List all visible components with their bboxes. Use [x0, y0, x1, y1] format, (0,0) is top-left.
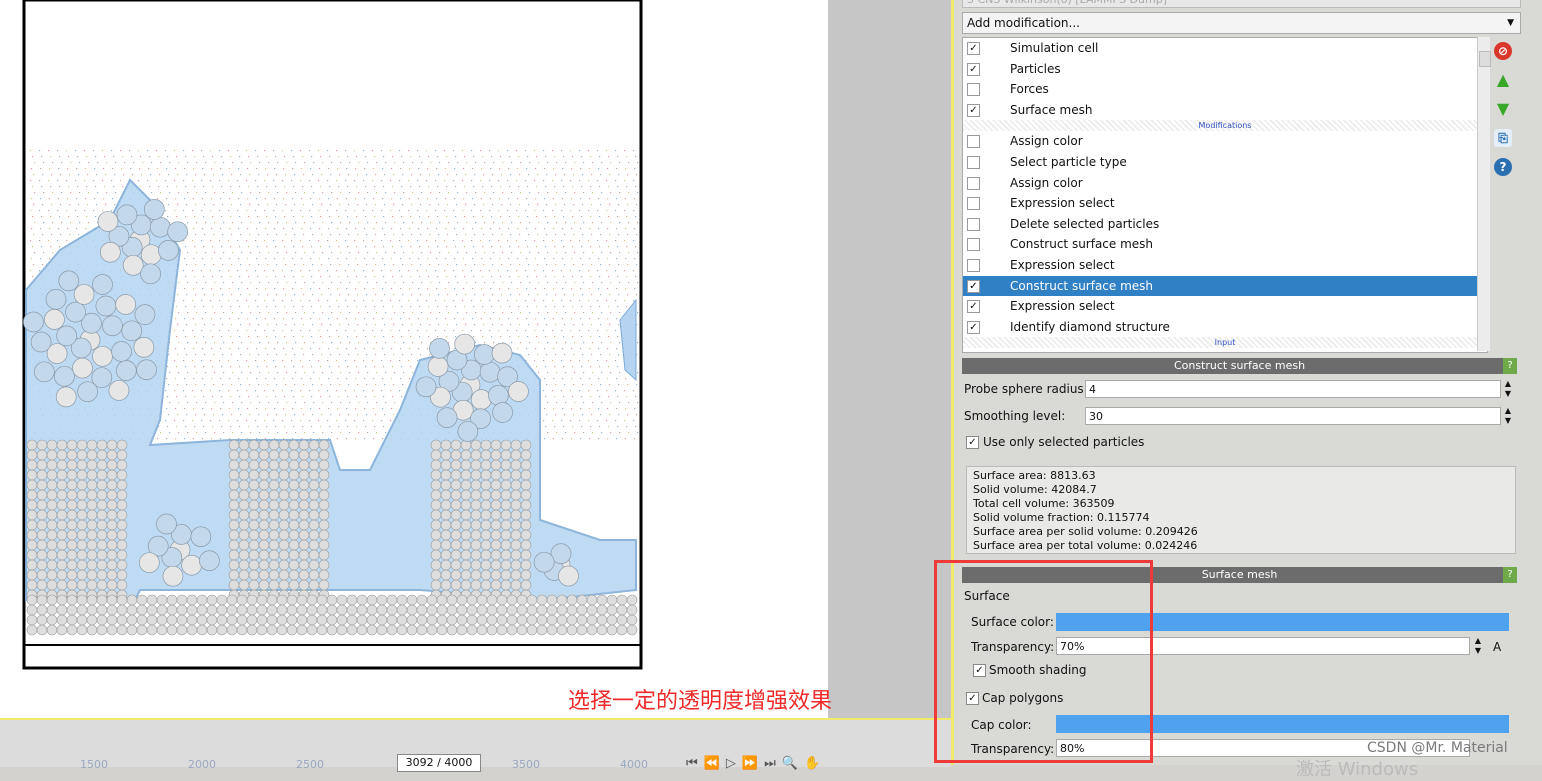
pipeline-list[interactable]: ✓ Simulation cell ✓ Particles Forces ✓ Surface…: [962, 37, 1488, 353]
pipeline-side-toolbar: ⊘ ▲ ▼ ⎘ ?: [1494, 42, 1518, 187]
pipeline-item-checkbox[interactable]: [967, 155, 980, 169]
highlight-annotation-box: [934, 560, 1153, 763]
pipeline-item-label: Identify diamond structure: [1010, 319, 1170, 334]
annotation-text: 选择一定的透明度增强效果: [568, 689, 833, 714]
last-frame-icon[interactable]: ⏭: [764, 756, 782, 771]
probe-radius-label: Probe sphere radius:: [964, 382, 1088, 396]
help-icon[interactable]: ?: [1494, 158, 1512, 176]
play-icon[interactable]: ▷: [726, 756, 742, 771]
help-button[interactable]: ?: [1503, 358, 1517, 374]
pipeline-scrollbar[interactable]: [1477, 37, 1491, 351]
probe-radius-spinner-icon[interactable]: ▲ ▼: [1502, 379, 1514, 399]
delete-modifier-icon[interactable]: ⊘: [1494, 42, 1512, 60]
pipeline-item[interactable]: ✓ Expression select: [963, 296, 1487, 317]
pipeline-item-checkbox[interactable]: [967, 176, 980, 190]
pipeline-item-label: Expression select: [1010, 257, 1115, 272]
3d-viewport[interactable]: [0, 0, 828, 718]
pipeline-item-label: Forces: [1010, 82, 1049, 97]
pipeline-item-label: Simulation cell: [1010, 41, 1099, 55]
pipeline-item-label: Assign color: [1010, 175, 1083, 190]
smoothing-level-spinner-icon[interactable]: ▲ ▼: [1502, 406, 1514, 426]
pan-icon[interactable]: ✋: [804, 756, 826, 771]
data-source-field[interactable]: 3 CNS Wilkinson(o) [LAMMPS Dump]: [962, 0, 1521, 8]
info-line: Total cell volume: 363509: [973, 497, 1115, 510]
pipeline-item-checkbox[interactable]: ✓: [967, 279, 980, 293]
pipeline-item[interactable]: Assign color: [963, 131, 1487, 152]
use-only-selected-label: Use only selected particles: [983, 435, 1145, 449]
surface-transparency-spinner-icon[interactable]: ▲ ▼: [1472, 636, 1484, 656]
dropdown-arrow-icon: ▼: [1507, 18, 1514, 28]
pipeline-item-checkbox[interactable]: ✓: [967, 42, 980, 55]
scrollbar-thumb[interactable]: [1479, 51, 1491, 67]
first-frame-icon[interactable]: ⏮: [686, 756, 704, 771]
pipeline-item-checkbox[interactable]: [967, 238, 980, 252]
surface-mesh-title: Surface mesh: [1201, 568, 1278, 581]
pipeline-item-label: Expression select: [1010, 196, 1115, 211]
windows-activation-watermark: 激活 Windows: [1296, 759, 1419, 780]
pipeline-item-checkbox[interactable]: ✓: [967, 320, 980, 334]
info-line: Surface area per total volume: 0.024246: [973, 539, 1198, 552]
info-line: Solid volume fraction: 0.115774: [973, 511, 1150, 524]
pipeline-item[interactable]: Expression select: [963, 255, 1487, 276]
pipeline-item[interactable]: Construct surface mesh: [963, 234, 1487, 255]
pipeline-item-label: Surface mesh: [1010, 102, 1093, 117]
pipeline-item-checkbox[interactable]: ✓: [967, 300, 980, 314]
pipeline-item-label: Particles: [1010, 61, 1061, 76]
pipeline-item-checkbox[interactable]: [967, 197, 980, 211]
viewport-render: [22, 0, 643, 670]
pipeline-item-label: Assign color: [1010, 134, 1083, 149]
pipeline-item[interactable]: ✓ Construct surface mesh: [963, 275, 1487, 297]
info-line: Surface area: 8813.63: [973, 469, 1096, 482]
pipeline-item[interactable]: Forces: [963, 79, 1487, 100]
pipeline-item[interactable]: ✓ Identify diamond structure: [963, 317, 1487, 338]
pipeline-item-checkbox[interactable]: ✓: [967, 62, 980, 76]
pipeline-item[interactable]: ✓ Surface mesh: [963, 100, 1487, 121]
pipeline-item-checkbox[interactable]: [967, 217, 980, 231]
pipeline-item-checkbox[interactable]: [967, 258, 980, 272]
pipeline-item-checkbox[interactable]: [967, 83, 980, 97]
animation-timeline[interactable]: 1500 2000 2500 3092 / 4000 3500 4000 ⏮⏪▷…: [0, 718, 951, 772]
smoothing-level-label: Smoothing level:: [964, 409, 1066, 423]
pipeline-item[interactable]: ✓ Simulation cell: [963, 38, 1487, 59]
info-line: Solid volume: 42084.7: [973, 483, 1097, 496]
modifications-header: Modifications: [963, 120, 1487, 132]
surface-statistics: Surface area: 8813.63 Solid volume: 4208…: [966, 466, 1516, 554]
pipeline-item-label: Construct surface mesh: [1010, 278, 1154, 293]
add-modification-label: Add modification...: [967, 16, 1080, 30]
use-only-selected-checkbox[interactable]: ✓: [966, 436, 979, 449]
probe-radius-input[interactable]: 4: [1085, 380, 1501, 398]
copy-modifier-icon[interactable]: ⎘: [1494, 129, 1512, 147]
pipeline-item-checkbox[interactable]: [967, 135, 980, 149]
move-up-icon[interactable]: ▲: [1494, 71, 1512, 89]
pipeline-item[interactable]: Assign color: [963, 173, 1487, 194]
pipeline-item[interactable]: ✓ Particles: [963, 59, 1487, 80]
next-frame-icon[interactable]: ⏩: [742, 756, 764, 771]
add-modification-dropdown[interactable]: Add modification... ▼: [962, 12, 1521, 34]
pipeline-item[interactable]: Select particle type: [963, 152, 1487, 173]
input-header: Input: [963, 337, 1487, 349]
pipeline-item-label: Delete selected particles: [1010, 216, 1160, 231]
construct-surface-mesh-title: Construct surface mesh: [1173, 359, 1306, 372]
construct-surface-mesh-header: Construct surface mesh ?: [962, 358, 1517, 374]
playback-controls[interactable]: ⏮⏪▷⏩⏭🔍✋: [686, 756, 826, 771]
animate-parameter-label[interactable]: A: [1493, 640, 1501, 654]
help-button[interactable]: ?: [1503, 567, 1517, 583]
pipeline-item[interactable]: Delete selected particles: [963, 214, 1487, 235]
smoothing-level-input[interactable]: 30: [1085, 407, 1501, 425]
pipeline-item-checkbox[interactable]: ✓: [967, 103, 980, 117]
move-down-icon[interactable]: ▼: [1494, 100, 1512, 118]
pipeline-item[interactable]: Expression select: [963, 193, 1487, 214]
zoom-icon[interactable]: 🔍: [782, 756, 804, 771]
info-line: Surface area per solid volume: 0.209426: [973, 525, 1198, 538]
pipeline-item-label: Construct surface mesh: [1010, 237, 1154, 252]
csdn-watermark: CSDN @Mr. Material: [1367, 740, 1508, 756]
prev-frame-icon[interactable]: ⏪: [704, 756, 726, 771]
pipeline-item-label: Select particle type: [1010, 154, 1127, 169]
frame-counter[interactable]: 3092 / 4000: [397, 754, 481, 772]
pipeline-item-label: Expression select: [1010, 299, 1115, 314]
